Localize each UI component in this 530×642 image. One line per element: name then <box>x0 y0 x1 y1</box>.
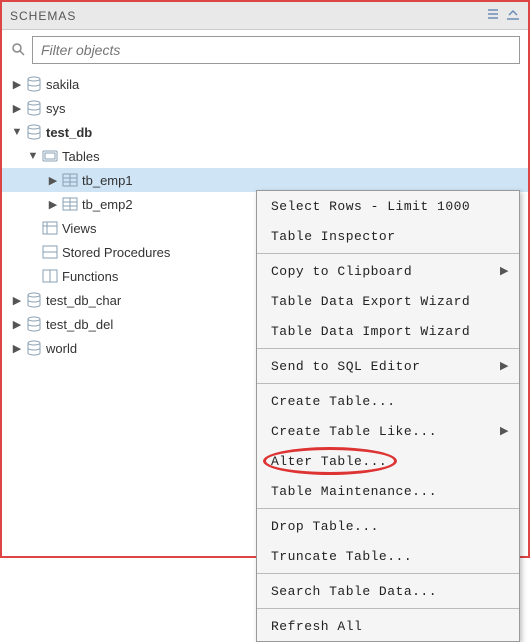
menu-label: Send to SQL Editor <box>271 359 420 374</box>
header-icons <box>486 7 520 24</box>
expand-arrow-icon[interactable]: ▶ <box>10 102 24 115</box>
menu-separator <box>257 508 519 509</box>
database-icon <box>24 292 44 308</box>
expand-arrow-icon[interactable]: ▶ <box>10 78 24 91</box>
table-icon <box>60 196 80 212</box>
database-icon <box>24 124 44 140</box>
folder-label: Tables <box>60 149 100 164</box>
submenu-arrow-icon: ▶ <box>500 359 509 373</box>
expand-arrow-icon[interactable]: ▶ <box>46 198 60 211</box>
folder-label: Views <box>60 221 96 236</box>
folder-icon <box>40 220 60 236</box>
database-icon <box>24 340 44 356</box>
collapse-arrow-icon[interactable]: ▼ <box>10 126 24 138</box>
schema-label: sys <box>44 101 66 116</box>
menu-label: Table Data Import Wizard <box>271 324 470 339</box>
submenu-arrow-icon: ▶ <box>500 264 509 278</box>
collapse-arrow-icon[interactable]: ▼ <box>26 150 40 162</box>
expand-arrow-icon[interactable]: ▶ <box>46 174 60 187</box>
menu-label: Alter Table... <box>271 454 387 469</box>
submenu-arrow-icon: ▶ <box>500 424 509 438</box>
table-label: tb_emp1 <box>80 173 133 188</box>
folder-icon <box>40 244 60 260</box>
folder-label: Functions <box>60 269 118 284</box>
menu-data-export[interactable]: Table Data Export Wizard <box>257 286 519 316</box>
schema-sys[interactable]: ▶ sys <box>2 96 528 120</box>
search-row <box>2 30 528 70</box>
menu-label: Create Table... <box>271 394 396 409</box>
menu-search-table-data[interactable]: Search Table Data... <box>257 576 519 606</box>
menu-table-maintenance[interactable]: Table Maintenance... <box>257 476 519 506</box>
panel-header: SCHEMAS <box>2 2 528 30</box>
table-icon <box>60 172 80 188</box>
panel-options-icon[interactable] <box>486 7 500 24</box>
database-icon <box>24 76 44 92</box>
panel-title: SCHEMAS <box>10 9 486 23</box>
expand-arrow-icon[interactable]: ▶ <box>10 318 24 331</box>
menu-drop-table[interactable]: Drop Table... <box>257 511 519 541</box>
schema-label: sakila <box>44 77 79 92</box>
menu-separator <box>257 253 519 254</box>
menu-send-sql[interactable]: Send to SQL Editor ▶ <box>257 351 519 381</box>
schema-label: test_db <box>44 125 92 140</box>
expand-arrow-icon[interactable]: ▶ <box>10 342 24 355</box>
table-tb-emp1[interactable]: ▶ tb_emp1 <box>2 168 528 192</box>
menu-label: Table Maintenance... <box>271 484 437 499</box>
schema-label: world <box>44 341 77 356</box>
menu-truncate-table[interactable]: Truncate Table... <box>257 541 519 571</box>
menu-select-rows[interactable]: Select Rows - Limit 1000 <box>257 191 519 221</box>
menu-label: Create Table Like... <box>271 424 437 439</box>
menu-separator <box>257 348 519 349</box>
expand-arrow-icon[interactable]: ▶ <box>10 294 24 307</box>
menu-label: Search Table Data... <box>271 584 437 599</box>
folder-icon <box>40 148 60 164</box>
menu-copy-clipboard[interactable]: Copy to Clipboard ▶ <box>257 256 519 286</box>
menu-alter-table[interactable]: Alter Table... <box>257 446 519 476</box>
search-icon <box>10 42 26 59</box>
database-icon <box>24 316 44 332</box>
schemas-panel: SCHEMAS ▶ sakila ▶ sys ▼ <box>0 0 530 558</box>
menu-table-inspector[interactable]: Table Inspector <box>257 221 519 251</box>
panel-collapse-icon[interactable] <box>506 7 520 24</box>
menu-label: Copy to Clipboard <box>271 264 412 279</box>
filter-objects-input[interactable] <box>32 36 520 64</box>
table-context-menu: Select Rows - Limit 1000 Table Inspector… <box>256 190 520 642</box>
tables-folder[interactable]: ▼ Tables <box>2 144 528 168</box>
menu-label: Table Inspector <box>271 229 396 244</box>
schema-label: test_db_del <box>44 317 113 332</box>
menu-create-table-like[interactable]: Create Table Like... ▶ <box>257 416 519 446</box>
menu-create-table[interactable]: Create Table... <box>257 386 519 416</box>
schema-sakila[interactable]: ▶ sakila <box>2 72 528 96</box>
table-label: tb_emp2 <box>80 197 133 212</box>
menu-label: Truncate Table... <box>271 549 412 564</box>
menu-separator <box>257 573 519 574</box>
folder-label: Stored Procedures <box>60 245 170 260</box>
menu-label: Select Rows - Limit 1000 <box>271 199 470 214</box>
schema-label: test_db_char <box>44 293 121 308</box>
schema-test-db[interactable]: ▼ test_db <box>2 120 528 144</box>
folder-icon <box>40 268 60 284</box>
menu-label: Refresh All <box>271 619 362 634</box>
menu-label: Drop Table... <box>271 519 379 534</box>
menu-data-import[interactable]: Table Data Import Wizard <box>257 316 519 346</box>
menu-separator <box>257 608 519 609</box>
database-icon <box>24 100 44 116</box>
menu-separator <box>257 383 519 384</box>
menu-label: Table Data Export Wizard <box>271 294 470 309</box>
menu-refresh-all[interactable]: Refresh All <box>257 611 519 641</box>
